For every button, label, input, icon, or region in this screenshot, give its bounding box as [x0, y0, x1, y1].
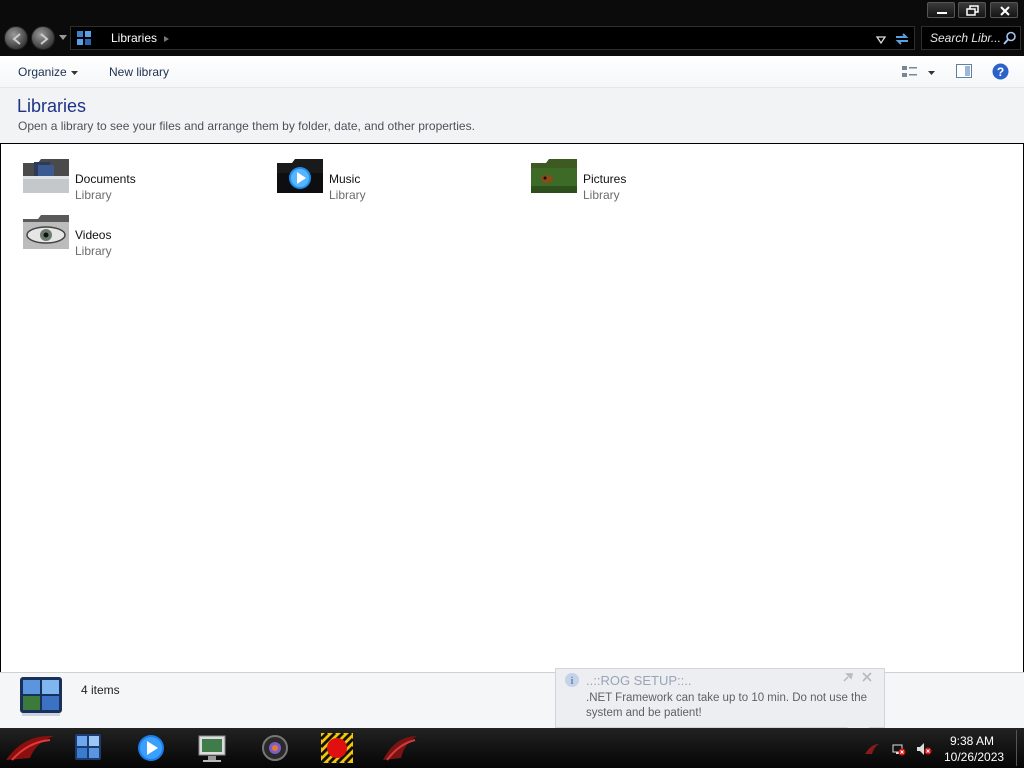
videos-library-icon: [23, 215, 69, 249]
media-player-icon: [138, 735, 164, 761]
taskbar-rog-app[interactable]: [377, 730, 421, 766]
clock-time[interactable]: 9:38 AM: [950, 734, 994, 748]
close-button[interactable]: [990, 2, 1018, 18]
restore-icon: [966, 5, 979, 16]
search-placeholder: Search Libr...: [930, 31, 1001, 45]
network-icon[interactable]: [892, 742, 906, 756]
search-box[interactable]: Search Libr...: [921, 26, 1021, 50]
library-type: Library: [329, 188, 366, 202]
refresh-icon[interactable]: [893, 30, 911, 48]
taskbar-explorer[interactable]: [66, 730, 110, 766]
preview-pane-icon[interactable]: [956, 64, 972, 78]
library-type: Library: [75, 244, 112, 258]
new-library-button[interactable]: New library: [109, 65, 169, 79]
library-name: Videos: [75, 228, 112, 242]
volume-muted-icon[interactable]: [916, 742, 932, 756]
navigation-bar: Libraries Search Libr...: [0, 22, 1024, 56]
library-type: Library: [583, 188, 620, 202]
libraries-large-icon: [20, 677, 62, 716]
info-icon: i: [565, 673, 579, 687]
library-name: Documents: [75, 172, 136, 186]
window-titlebar: [0, 0, 1024, 22]
explorer-icon: [75, 734, 101, 760]
breadcrumb-arrow-icon[interactable]: [164, 36, 170, 42]
help-icon[interactable]: ?: [992, 63, 1009, 80]
library-item-videos[interactable]: Videos Library: [22, 212, 262, 260]
start-button[interactable]: [2, 730, 58, 766]
recent-pages-dropdown-icon[interactable]: [59, 35, 67, 41]
rog-start-icon: [6, 735, 54, 761]
clock-date[interactable]: 10/26/2023: [944, 750, 1004, 764]
rog-app-icon: [383, 736, 417, 761]
search-icon[interactable]: [1003, 31, 1017, 45]
balloon-message: .NET Framework can take up to 10 min. Do…: [586, 692, 868, 719]
system-tray: 9:38 AM 10/26/2023: [858, 728, 1024, 768]
library-name: Music: [329, 172, 361, 186]
balloon-title: ..::ROG SETUP::..: [586, 673, 692, 688]
taskbar-remote-desktop[interactable]: [190, 730, 234, 766]
record-app-icon: [319, 731, 355, 765]
view-options-caret-icon[interactable]: [928, 71, 935, 75]
taskbar: 9:38 AM 10/26/2023: [0, 728, 1024, 768]
camera-app-icon: [262, 735, 288, 761]
address-bar[interactable]: Libraries: [70, 26, 915, 50]
organize-menu-button[interactable]: Organize: [18, 65, 67, 79]
forward-arrow-icon: [40, 33, 49, 45]
organize-caret-icon[interactable]: [71, 71, 78, 75]
library-item-music[interactable]: Music Library: [276, 156, 516, 204]
remote-desktop-icon: [198, 735, 226, 762]
rog-tray-icon[interactable]: [864, 742, 880, 756]
page-description: Open a library to see your files and arr…: [18, 119, 475, 133]
pictures-library-icon: [531, 159, 577, 193]
show-desktop-button[interactable]: [1016, 730, 1023, 766]
taskbar-media-player[interactable]: [129, 730, 173, 766]
libraries-icon: [77, 31, 91, 45]
taskbar-camera-app[interactable]: [253, 730, 297, 766]
page-title: Libraries: [17, 96, 87, 116]
forward-button[interactable]: [31, 26, 55, 50]
balloon-close-icon[interactable]: [861, 671, 873, 683]
pin-icon[interactable]: [842, 671, 854, 683]
address-history-dropdown-icon[interactable]: [875, 35, 887, 45]
notification-balloon[interactable]: i ..::ROG SETUP::.. .NET Framework can t…: [555, 668, 885, 728]
svg-text:?: ?: [997, 65, 1004, 79]
item-count: 4 items: [81, 683, 120, 697]
documents-library-icon: [23, 159, 69, 193]
address-breadcrumb-libraries[interactable]: Libraries: [111, 31, 157, 45]
library-item-pictures[interactable]: Pictures Library: [530, 156, 770, 204]
change-view-icon[interactable]: [902, 65, 918, 79]
music-library-icon: [277, 159, 323, 193]
minimize-button[interactable]: [927, 2, 955, 18]
back-arrow-icon: [12, 33, 21, 45]
back-button[interactable]: [4, 26, 28, 50]
library-item-documents[interactable]: Documents Library: [22, 156, 262, 204]
library-type: Library: [75, 188, 112, 202]
file-list-pane[interactable]: Documents Library Music Library Pictures…: [0, 143, 1024, 673]
close-icon: [1000, 6, 1010, 16]
svg-text:i: i: [571, 676, 574, 687]
library-header: Libraries Open a library to see your fil…: [0, 88, 1024, 144]
minimize-icon: [937, 12, 947, 14]
restore-button[interactable]: [958, 2, 986, 18]
taskbar-record-app[interactable]: [315, 730, 359, 766]
command-bar: Organize New library ?: [0, 56, 1024, 88]
library-name: Pictures: [583, 172, 627, 186]
